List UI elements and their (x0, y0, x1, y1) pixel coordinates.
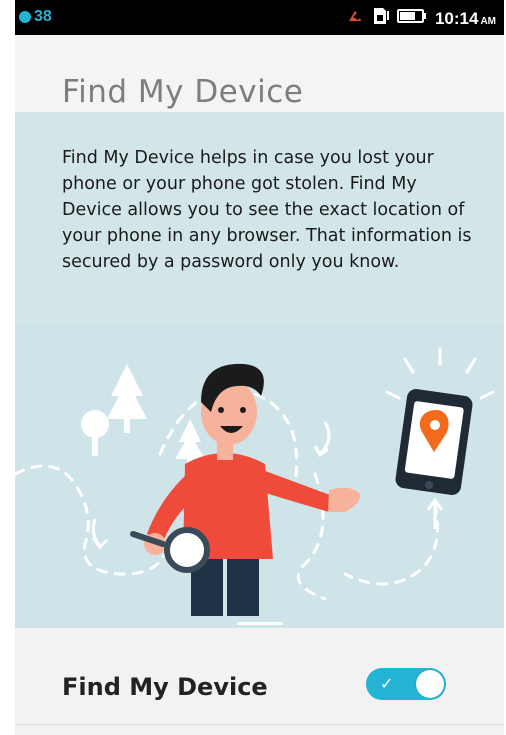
sim-icon (371, 7, 389, 30)
status-left: 38 (19, 8, 52, 26)
round-tree-icon (81, 410, 109, 456)
status-bar: 38 10:14 AM (15, 0, 504, 35)
notification-dot-icon (19, 11, 31, 23)
description-panel: Find My Device helps in case you lost yo… (15, 112, 504, 324)
app-header: Find My Device (15, 35, 504, 112)
toggle-knob (416, 670, 444, 698)
status-right: 10:14 AM (347, 7, 496, 30)
signal-rays (385, 347, 495, 400)
clock: 10:14 AM (435, 9, 496, 29)
arrow-icon (426, 497, 444, 529)
magnifier-icon (130, 527, 210, 573)
tree-icon (107, 364, 147, 433)
page-indicator (237, 622, 283, 625)
app-frame: 38 10:14 AM Find My Device Find My Devic… (15, 0, 504, 735)
description-text: Find My Device helps in case you lost yo… (62, 148, 472, 272)
person-figure (130, 363, 361, 616)
notification-count: 38 (34, 8, 52, 25)
illustration (15, 324, 504, 628)
setting-row-find-my-device[interactable]: Find My Device ✓ (15, 628, 504, 735)
divider (15, 724, 504, 725)
battery-icon (396, 8, 427, 29)
checkmark-icon: ✓ (380, 674, 394, 693)
missed-call-icon (347, 8, 363, 29)
arrow-icon (313, 421, 331, 458)
phone-icon (395, 389, 473, 495)
setting-label: Find My Device (62, 673, 268, 701)
clock-ampm: AM (480, 15, 496, 27)
clock-time: 10:14 (434, 8, 479, 28)
page-title: Find My Device (62, 73, 304, 110)
find-device-illustration (15, 347, 495, 625)
arrow-icon (91, 518, 109, 550)
find-my-device-toggle[interactable]: ✓ (366, 668, 446, 700)
